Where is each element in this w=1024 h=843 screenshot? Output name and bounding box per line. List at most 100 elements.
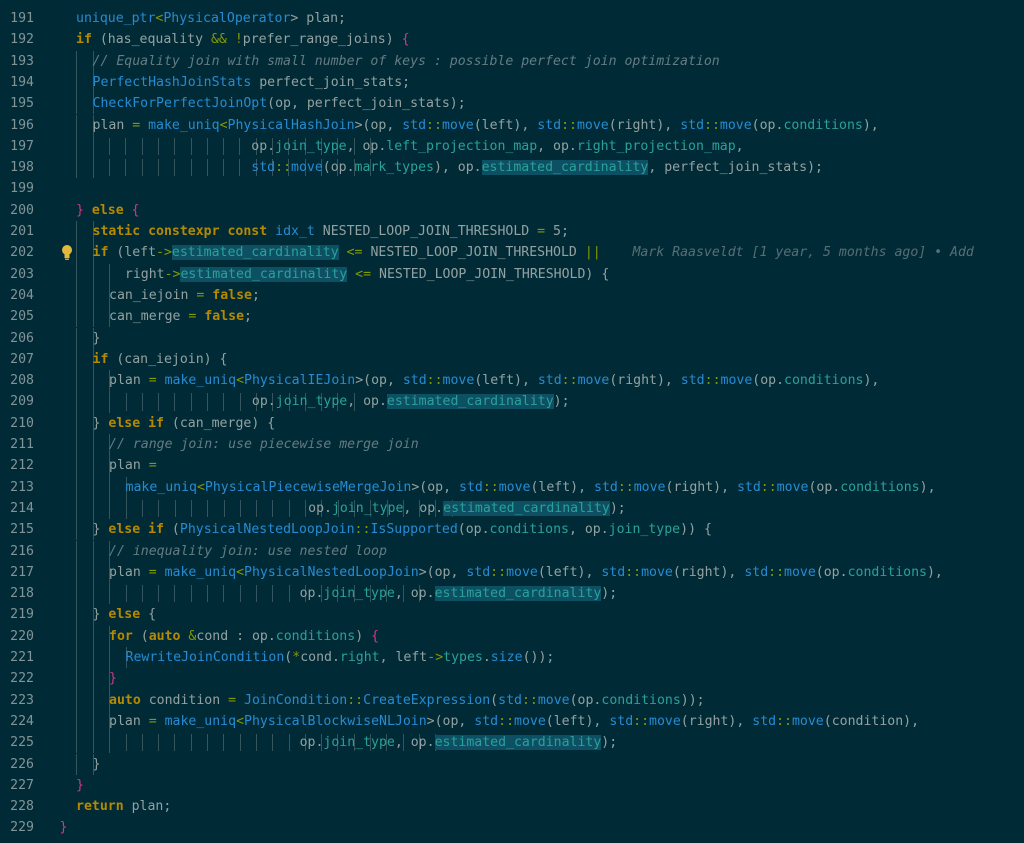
code-line[interactable]: 208plan = make_uniq<PhysicalIEJoin>(op, … xyxy=(0,370,1024,391)
code-line[interactable]: 216// inequality join: use nested loop xyxy=(0,541,1024,562)
code-line[interactable]: 224plan = make_uniq<PhysicalBlockwiseNLJ… xyxy=(0,711,1024,732)
code-line[interactable]: 205can_merge = false; xyxy=(0,306,1024,327)
code-token: RewriteJoinCondition xyxy=(126,650,285,665)
code-line[interactable]: 211// range join: use piecewise merge jo… xyxy=(0,434,1024,455)
code-text: } xyxy=(60,817,68,838)
indent-guide xyxy=(93,732,94,753)
code-token: conditions xyxy=(784,373,863,388)
code-text: if (can_iejoin) { xyxy=(93,349,228,370)
code-token: ( xyxy=(172,522,180,537)
code-line[interactable]: 204can_iejoin = false; xyxy=(0,285,1024,306)
code-line[interactable]: 197 op.join_type, op.left_projection_map… xyxy=(0,136,1024,157)
code-line[interactable]: 213make_uniq<PhysicalPiecewiseMergeJoin>… xyxy=(0,477,1024,498)
code-line[interactable]: 225 op.join_type, op.estimated_cardinali… xyxy=(0,732,1024,753)
code-token: plan; xyxy=(132,799,172,814)
code-line[interactable]: 220for (auto &cond : op.conditions) { xyxy=(0,626,1024,647)
code-line[interactable]: 215} else if (PhysicalNestedLoopJoin::Is… xyxy=(0,519,1024,540)
code-token: } xyxy=(109,671,117,686)
code-line[interactable]: 223auto condition = JoinCondition::Creat… xyxy=(0,690,1024,711)
code-line[interactable]: 198 std::move(op.mark_types), op.estimat… xyxy=(0,157,1024,178)
code-line[interactable]: 203 right->estimated_cardinality <= NEST… xyxy=(0,264,1024,285)
code-line[interactable]: 199 xyxy=(0,178,1024,199)
code-line[interactable]: 210} else if (can_merge) { xyxy=(0,413,1024,434)
code-token: (can_iejoin) xyxy=(116,352,219,367)
code-token: std xyxy=(251,160,275,175)
code-line[interactable]: 194PerfectHashJoinStats perfect_join_sta… xyxy=(0,72,1024,93)
code-token: make_uniq xyxy=(165,373,236,388)
code-line[interactable]: 226} xyxy=(0,754,1024,775)
indent-guide xyxy=(76,349,77,370)
line-number: 216 xyxy=(0,541,34,562)
code-line[interactable]: 200} else { xyxy=(0,200,1024,221)
code-token: move xyxy=(506,565,538,580)
code-line[interactable]: 229} xyxy=(0,817,1024,838)
indent-guide xyxy=(76,306,77,327)
code-token: std xyxy=(403,373,427,388)
code-line[interactable]: 212plan = xyxy=(0,455,1024,476)
code-token: || xyxy=(585,245,601,260)
indent-guide xyxy=(76,732,77,753)
code-line[interactable]: 217plan = make_uniq<PhysicalNestedLoopJo… xyxy=(0,562,1024,583)
indent-pad xyxy=(126,501,309,516)
lightbulb-icon[interactable] xyxy=(60,244,74,261)
code-token: { xyxy=(220,352,228,367)
comment-token: // Equality join with small number of ke… xyxy=(93,54,720,69)
code-token: { xyxy=(132,203,140,218)
code-line[interactable]: 202if (left->estimated_cardinality <= NE… xyxy=(0,242,1024,263)
code-line[interactable]: 214 op.join_type, op.estimated_cardinali… xyxy=(0,498,1024,519)
code-token: (right), xyxy=(673,565,744,580)
code-line[interactable]: 201static constexpr const idx_t NESTED_L… xyxy=(0,221,1024,242)
code-token: CheckForPerfectJoinOpt xyxy=(93,96,268,111)
code-token: :: xyxy=(776,714,792,729)
code-line[interactable]: 196plan = make_uniq<PhysicalHashJoin>(op… xyxy=(0,115,1024,136)
code-token: (left), xyxy=(546,714,610,729)
code-line[interactable]: 222} xyxy=(0,668,1024,689)
code-editor[interactable]: 191unique_ptr<PhysicalOperator> plan;192… xyxy=(0,0,1024,843)
code-line[interactable]: 207if (can_iejoin) { xyxy=(0,349,1024,370)
code-token xyxy=(157,565,165,580)
code-line[interactable]: 221RewriteJoinCondition(*cond.right, lef… xyxy=(0,647,1024,668)
code-line[interactable]: 206} xyxy=(0,328,1024,349)
indent-guide xyxy=(76,221,77,242)
highlighted-token: estimated_cardinality xyxy=(482,160,649,175)
code-token: if xyxy=(148,416,172,431)
code-token: (left), xyxy=(538,565,602,580)
code-token: , op. xyxy=(569,522,609,537)
code-token: <= xyxy=(347,245,363,260)
code-token: :: xyxy=(618,480,634,495)
code-line[interactable]: 209 op.join_type, op.estimated_cardinali… xyxy=(0,391,1024,412)
line-number: 196 xyxy=(0,115,34,136)
code-token: join_type xyxy=(332,501,403,516)
code-token: else xyxy=(108,416,148,431)
code-token: (left), xyxy=(530,480,594,495)
code-token: ), xyxy=(863,118,879,133)
code-token: && xyxy=(211,32,227,47)
code-token: move xyxy=(641,565,673,580)
line-number: 202 xyxy=(0,242,34,263)
code-line[interactable]: 193// Equality join with small number of… xyxy=(0,51,1024,72)
code-token: . xyxy=(483,650,491,665)
code-token: join_type xyxy=(609,522,680,537)
code-line[interactable]: 228return plan; xyxy=(0,796,1024,817)
code-token: std xyxy=(459,480,483,495)
code-line[interactable]: 195CheckForPerfectJoinOpt(op, perfect_jo… xyxy=(0,93,1024,114)
code-line[interactable]: 218 op.join_type, op.estimated_cardinali… xyxy=(0,583,1024,604)
code-token: , op. xyxy=(347,394,387,409)
code-text: } xyxy=(93,328,101,349)
indent-guide xyxy=(76,477,77,498)
code-line[interactable]: 191unique_ptr<PhysicalOperator> plan; xyxy=(0,8,1024,29)
code-line[interactable]: 219} else { xyxy=(0,604,1024,625)
indent-pad xyxy=(109,586,300,601)
code-token: :: xyxy=(761,480,777,495)
code-token: (right), xyxy=(666,480,737,495)
code-line[interactable]: 227} xyxy=(0,775,1024,796)
code-token: :: xyxy=(562,373,578,388)
code-token: move xyxy=(499,480,531,495)
code-line[interactable]: 192if (has_equality && !prefer_range_joi… xyxy=(0,29,1024,50)
code-token: move xyxy=(784,565,816,580)
code-token: )) xyxy=(680,522,704,537)
code-token: * xyxy=(292,650,300,665)
code-token: PhysicalHashJoin xyxy=(228,118,355,133)
code-token: , xyxy=(736,139,744,154)
line-number: 225 xyxy=(0,732,34,753)
